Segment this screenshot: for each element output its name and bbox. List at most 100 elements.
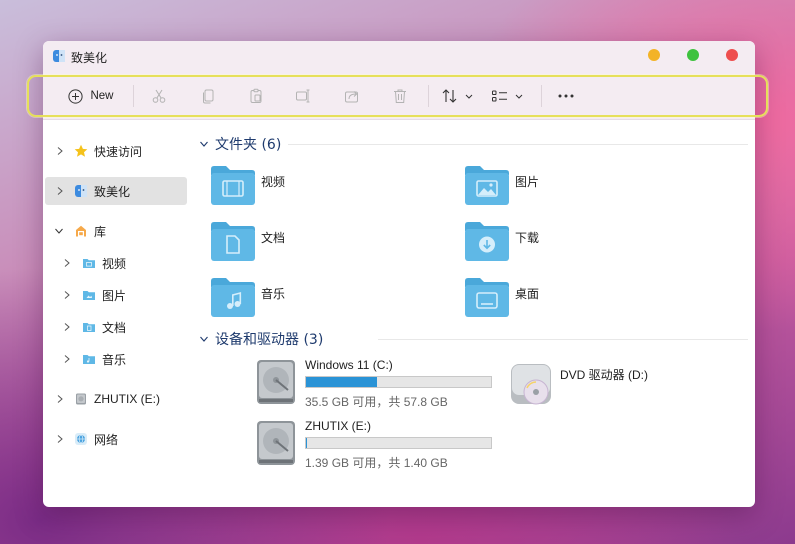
rename-icon: [296, 89, 310, 103]
toolbar-divider: [541, 85, 542, 107]
drive-name: Windows 11 (C:): [305, 358, 393, 372]
drive-name: DVD 驱动器 (D:): [560, 368, 648, 382]
view-button[interactable]: [489, 81, 529, 111]
folder-pictures[interactable]: 图片: [464, 165, 664, 213]
window-title: 致美化: [71, 51, 108, 65]
chevron-right-icon[interactable]: [62, 354, 72, 364]
delete-button[interactable]: [387, 81, 413, 111]
sidebar-item-label: 图片: [102, 288, 127, 303]
chevron-right-icon[interactable]: [55, 394, 65, 404]
sidebar-item-label: ZHUTIX (E:): [94, 392, 160, 406]
chevron-right-icon[interactable]: [62, 258, 72, 268]
plus-circle-icon: [68, 88, 84, 104]
more-button[interactable]: [552, 81, 580, 111]
drive-usage-fill: [306, 377, 378, 387]
sidebar-item-label: 文档: [102, 320, 127, 335]
share-icon: [345, 91, 358, 103]
drives-section-title: 设备和驱动器 (3): [215, 332, 324, 348]
drive-space-info: 1.39 GB 可用，共 1.40 GB: [305, 456, 448, 470]
drive-e[interactable]: ZHUTIX (E:) 1.39 GB 可用，共 1.40 GB: [254, 419, 504, 473]
sidebar-item-network[interactable]: 网络: [45, 425, 187, 453]
view-icon: [492, 90, 523, 102]
more-icon: [558, 94, 574, 98]
library-icon: [76, 225, 86, 237]
folder-name: 文档: [261, 231, 286, 245]
folder-downloads[interactable]: 下载: [464, 221, 664, 269]
sidebar-item-pictures[interactable]: 图片: [45, 281, 187, 309]
folder-name: 桌面: [515, 287, 540, 301]
file-explorer-window: 致美化 New 快速访问 致美化 库 视频 图片 文档 音乐 ZHUTIX (E…: [43, 41, 755, 507]
paste-button[interactable]: [243, 81, 269, 111]
chevron-right-icon[interactable]: [55, 434, 65, 444]
sort-icon: [442, 89, 473, 103]
cut-icon: [152, 89, 166, 103]
command-bar: New: [43, 73, 755, 120]
drive-name: ZHUTIX (E:): [305, 419, 371, 433]
chevron-down-icon: [200, 141, 208, 147]
chevron-right-icon[interactable]: [62, 290, 72, 300]
folder-documents[interactable]: 文档: [210, 221, 410, 269]
sidebar-item-zhimeihua[interactable]: 致美化: [45, 177, 187, 205]
music-folder-icon: [83, 355, 95, 364]
finder-icon: [53, 50, 65, 62]
sidebar-item-label: 音乐: [102, 352, 127, 367]
folder-desktop[interactable]: 桌面: [464, 277, 664, 325]
sidebar-item-documents[interactable]: 文档: [45, 313, 187, 341]
title-bar[interactable]: 致美化: [43, 41, 755, 73]
copy-button[interactable]: [195, 81, 221, 111]
drive-usage-bar: [305, 376, 492, 388]
sidebar-item-libraries[interactable]: 库: [45, 217, 187, 245]
maximize-button[interactable]: [687, 49, 699, 61]
pictures-folder-icon: [83, 291, 95, 300]
dvd-drive-icon: [511, 364, 551, 405]
chevron-down-icon: [200, 336, 208, 342]
video-folder-icon: [211, 166, 255, 205]
drive-icon: [76, 393, 86, 405]
minimize-button[interactable]: [648, 49, 660, 61]
drive-space-info: 35.5 GB 可用，共 57.8 GB: [305, 395, 448, 409]
cut-button[interactable]: [146, 81, 172, 111]
toolbar-divider: [133, 85, 134, 107]
folder-name: 下载: [515, 231, 540, 245]
drive-usage-fill: [306, 438, 308, 448]
folder-videos[interactable]: 视频: [210, 165, 410, 213]
share-button[interactable]: [339, 81, 365, 111]
rename-button[interactable]: [290, 81, 316, 111]
hard-drive-icon: [257, 360, 295, 404]
new-button-label: New: [90, 90, 114, 102]
star-icon: [74, 144, 88, 157]
sort-button[interactable]: [439, 81, 479, 111]
toolbar-divider: [428, 85, 429, 107]
folders-section-header[interactable]: 文件夹 (6): [199, 134, 281, 154]
folder-music[interactable]: 音乐: [210, 277, 410, 325]
drive-dvd[interactable]: DVD 驱动器 (D:): [509, 358, 755, 412]
hard-drive-icon: [257, 421, 295, 465]
documents-folder-icon: [211, 222, 255, 261]
chevron-down-icon[interactable]: [54, 226, 64, 236]
paste-icon: [250, 88, 262, 103]
drives-section-header[interactable]: 设备和驱动器 (3): [199, 329, 323, 349]
pictures-folder-icon: [465, 166, 509, 205]
navigation-pane: 快速访问 致美化 库 视频 图片 文档 音乐 ZHUTIX (E:) 网络: [43, 121, 193, 507]
network-icon: [75, 433, 87, 445]
sidebar-item-label: 库: [94, 224, 107, 239]
chevron-right-icon[interactable]: [55, 186, 65, 196]
chevron-right-icon[interactable]: [55, 146, 65, 156]
sidebar-item-label: 网络: [94, 432, 119, 447]
sidebar-item-zhutix-drive[interactable]: ZHUTIX (E:): [45, 385, 187, 413]
drive-c[interactable]: Windows 11 (C:) 35.5 GB 可用，共 57.8 GB: [254, 358, 504, 412]
documents-folder-icon: [83, 323, 95, 332]
sidebar-item-music[interactable]: 音乐: [45, 345, 187, 373]
video-folder-icon: [83, 259, 95, 268]
folder-name: 图片: [515, 175, 540, 189]
new-button[interactable]: New: [61, 81, 121, 111]
close-button[interactable]: [726, 49, 738, 61]
content-pane: 文件夹 (6) 视频 图片 文档 下载 音乐 桌面 设备和驱动器 (3) Win…: [193, 121, 755, 507]
chevron-right-icon[interactable]: [62, 322, 72, 332]
sidebar-item-videos[interactable]: 视频: [45, 249, 187, 277]
folder-name: 视频: [261, 175, 286, 189]
sidebar-item-quick-access[interactable]: 快速访问: [45, 137, 187, 165]
music-folder-icon: [211, 278, 255, 317]
copy-icon: [203, 89, 214, 104]
sidebar-item-label: 致美化: [94, 184, 131, 199]
